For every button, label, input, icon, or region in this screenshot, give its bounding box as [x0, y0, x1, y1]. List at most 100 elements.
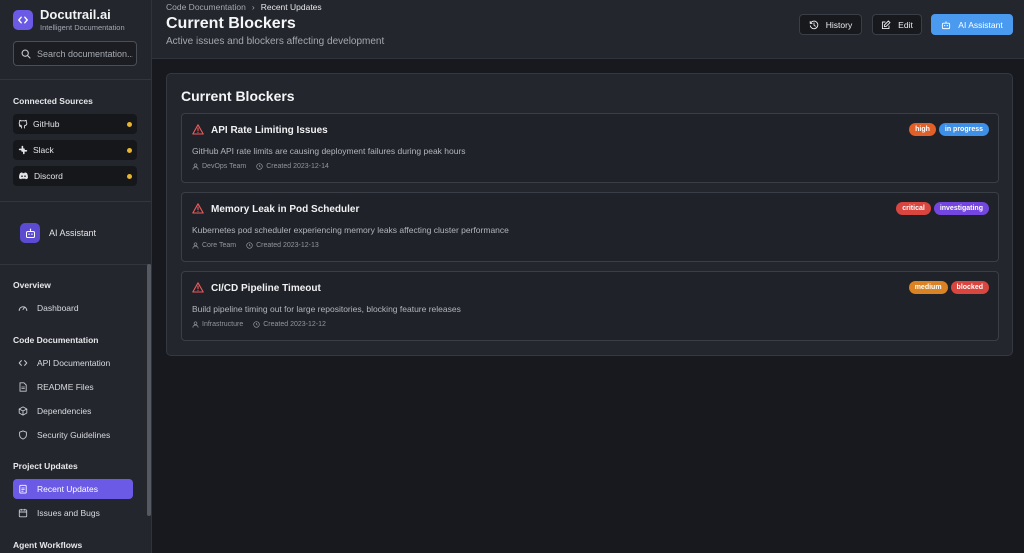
source-discord[interactable]: Discord: [13, 166, 137, 186]
breadcrumb-item[interactable]: Code Documentation: [166, 2, 246, 12]
sidebar-item-label: Issues and Bugs: [37, 508, 100, 518]
sidebar-scrollbar[interactable]: [147, 264, 151, 516]
ai-assistant-label: AI Assistant: [958, 19, 1003, 30]
search-input[interactable]: [37, 48, 133, 59]
robot-icon: [20, 223, 40, 243]
source-slack[interactable]: Slack: [13, 140, 137, 160]
status-dot: [127, 174, 132, 179]
blockers-panel: Current Blockers API Rate Limiting Issue…: [166, 73, 1013, 356]
divider: [0, 79, 151, 80]
overview-title: Overview: [13, 280, 51, 290]
connected-sources-title: Connected Sources: [13, 96, 93, 106]
sidebar-item-label: Dashboard: [37, 303, 79, 313]
source-label: Discord: [34, 171, 63, 181]
chevron-right-icon: ›: [251, 2, 255, 12]
brand[interactable]: Docutrail.ai Intelligent Documentation: [13, 7, 125, 33]
clock-icon: [256, 163, 263, 170]
sidebar-ai-assistant[interactable]: AI Assistant: [20, 223, 96, 243]
brand-tagline: Intelligent Documentation: [40, 22, 125, 32]
blocker-meta: Infrastructure Created 2023-12-12: [192, 321, 336, 328]
calendar-icon: [18, 508, 28, 518]
warning-triangle-icon: [192, 282, 204, 293]
blocker-created: Created 2023-12-13: [256, 242, 319, 249]
status-badge: in progress: [938, 123, 989, 136]
blocker-description: GitHub API rate limits are causing deplo…: [192, 146, 466, 156]
clock-icon: [253, 321, 260, 328]
sidebar-item-issues-and-bugs[interactable]: Issues and Bugs: [13, 503, 133, 523]
source-github[interactable]: GitHub: [13, 114, 137, 134]
warning-triangle-icon: [192, 203, 204, 214]
blocker-description: Build pipeline timing out for large repo…: [192, 304, 461, 314]
sidebar-item-dependencies[interactable]: Dependencies: [13, 401, 133, 421]
blocker-tags: high in progress: [906, 123, 989, 136]
sidebar-item-security-guidelines[interactable]: Security Guidelines: [13, 425, 133, 445]
blocker-team: DevOps Team: [202, 163, 247, 170]
priority-badge: high: [909, 123, 936, 136]
file-text-icon: [19, 382, 27, 392]
blocker-meta: DevOps Team Created 2023-12-14: [192, 163, 339, 170]
blocker-title: Memory Leak in Pod Scheduler: [211, 204, 360, 215]
blocker-meta: Core Team Created 2023-12-13: [192, 242, 329, 249]
sidebar-ai-label: AI Assistant: [49, 228, 97, 238]
sidebar-item-recent-updates[interactable]: Recent Updates: [13, 479, 133, 499]
sidebar-item-label: Recent Updates: [37, 484, 98, 494]
clock-icon: [246, 242, 253, 249]
edit-label: Edit: [898, 19, 913, 30]
code-icon: [13, 10, 33, 30]
slack-icon: [18, 145, 28, 155]
sidebar-item-label: README Files: [37, 382, 94, 392]
sidebar-item-dashboard[interactable]: Dashboard: [13, 298, 133, 318]
agent-workflows-title: Agent Workflows: [13, 540, 83, 550]
sidebar-item-label: Dependencies: [37, 406, 92, 416]
page-header: Code Documentation › Recent Updates Curr…: [152, 0, 1024, 59]
blocker-tags: medium blocked: [906, 281, 989, 294]
user-icon: [192, 242, 199, 249]
divider: [0, 264, 151, 265]
ai-assistant-button[interactable]: AI Assistant: [931, 14, 1013, 35]
edit-icon: [882, 20, 891, 29]
blocker-created: Created 2023-12-12: [263, 321, 326, 328]
clipboard-icon: [19, 484, 27, 494]
sidebar-item-label: Security Guidelines: [37, 430, 111, 440]
priority-badge: critical: [896, 202, 931, 215]
sidebar-item-label: API Documentation: [37, 358, 111, 368]
sidebar-item-readme-files[interactable]: README Files: [13, 377, 133, 397]
code-icon: [18, 360, 28, 366]
search-box[interactable]: [13, 41, 137, 66]
gauge-icon: [18, 306, 28, 311]
edit-button[interactable]: Edit: [872, 14, 922, 35]
history-icon: [809, 20, 818, 29]
source-label: Slack: [33, 145, 54, 155]
status-dot: [127, 122, 132, 127]
blocker-card[interactable]: API Rate Limiting Issues GitHub API rate…: [181, 113, 999, 183]
history-button[interactable]: History: [799, 14, 862, 35]
code-docs-title: Code Documentation: [13, 335, 99, 345]
blocker-team: Core Team: [202, 242, 237, 249]
panel-title: Current Blockers: [181, 88, 295, 104]
project-updates-title: Project Updates: [13, 461, 78, 471]
shield-icon: [19, 430, 27, 440]
blocker-title: API Rate Limiting Issues: [211, 125, 328, 136]
user-icon: [192, 163, 199, 170]
page-subtitle: Active issues and blockers affecting dev…: [166, 36, 385, 47]
status-badge: investigating: [933, 202, 989, 215]
warning-triangle-icon: [192, 124, 204, 135]
sidebar-item-api-documentation[interactable]: API Documentation: [13, 353, 133, 373]
sidebar: Docutrail.ai Intelligent Documentation C…: [0, 0, 152, 553]
github-icon: [18, 119, 28, 129]
robot-icon: [942, 20, 951, 29]
search-icon: [21, 49, 31, 59]
blocker-description: Kubernetes pod scheduler experiencing me…: [192, 225, 509, 235]
divider: [0, 201, 151, 202]
blocker-tags: critical investigating: [893, 202, 989, 215]
history-label: History: [825, 19, 853, 30]
status-dot: [127, 148, 132, 153]
brand-name: Docutrail.ai: [40, 6, 111, 22]
page-title: Current Blockers: [166, 15, 296, 32]
blocker-card[interactable]: CI/CD Pipeline Timeout Build pipeline ti…: [181, 271, 999, 341]
blocker-card[interactable]: Memory Leak in Pod Scheduler Kubernetes …: [181, 192, 999, 262]
source-label: GitHub: [33, 119, 60, 129]
breadcrumb: Code Documentation › Recent Updates: [166, 2, 322, 12]
priority-badge: medium: [908, 281, 948, 294]
breadcrumb-current: Recent Updates: [260, 2, 322, 12]
